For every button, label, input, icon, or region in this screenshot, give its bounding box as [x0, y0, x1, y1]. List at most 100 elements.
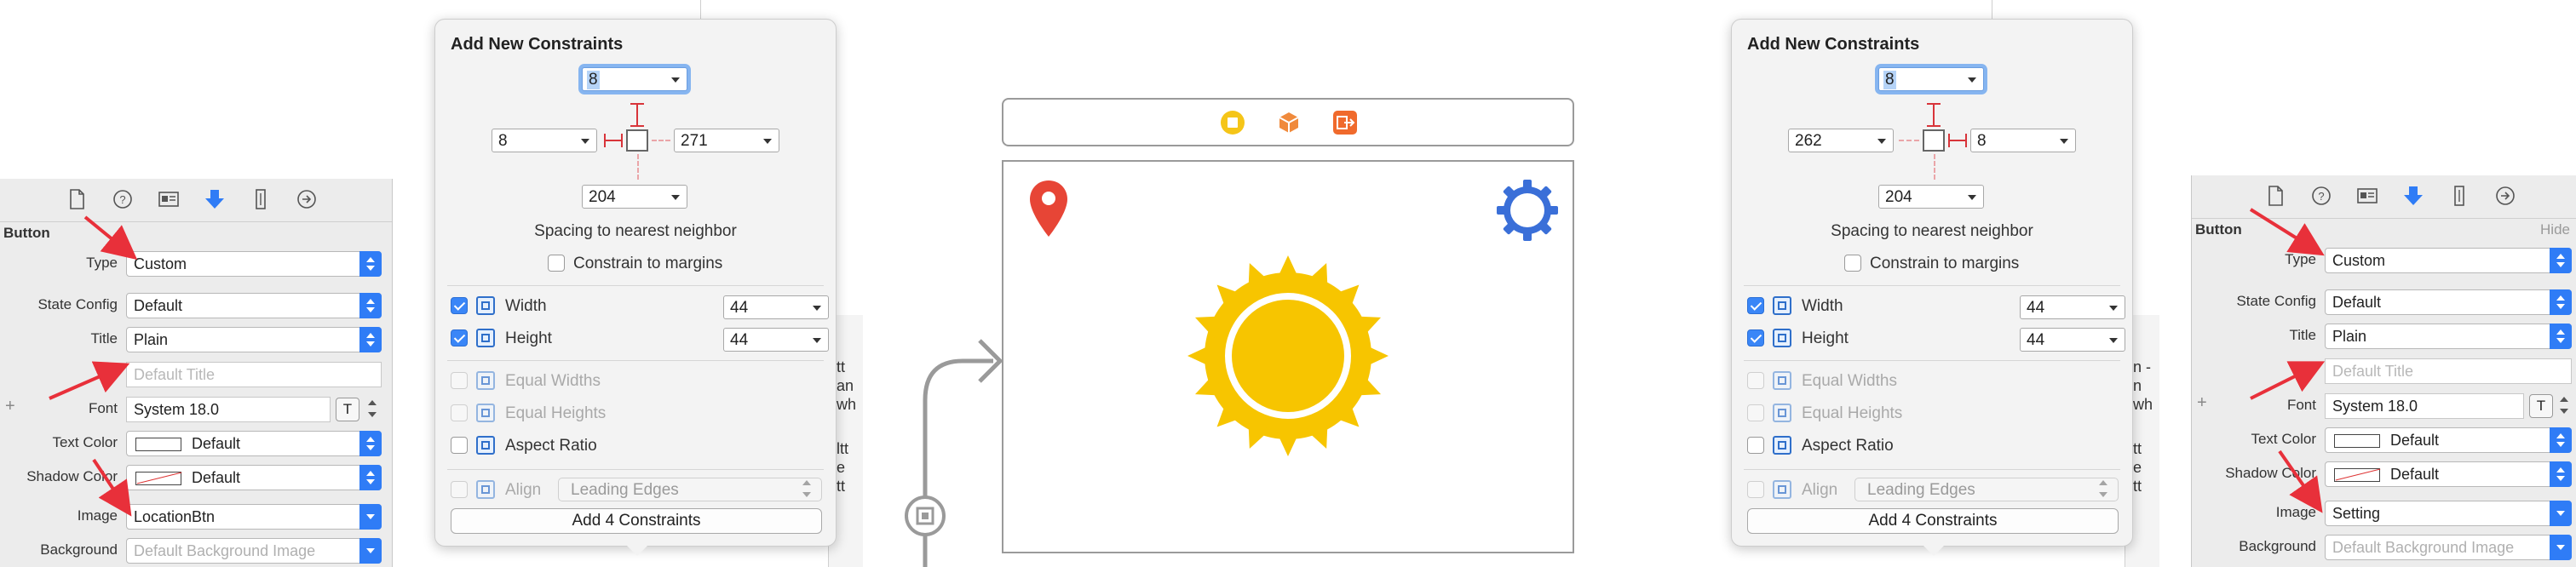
height-label: Height	[1802, 329, 1849, 347]
equal-widths-icon	[1773, 371, 1791, 390]
align-popup[interactable]: Leading Edges	[1854, 478, 2119, 501]
align-checkbox[interactable]	[1747, 481, 1764, 498]
right-spacing-field[interactable]: 271	[674, 129, 779, 152]
bottom-spacing-field[interactable]: 204	[1878, 185, 1984, 209]
align-label: Align	[1802, 481, 1838, 499]
chevron-updown-icon	[2097, 477, 2109, 502]
height-constraint-icon	[1773, 329, 1791, 347]
add-constraints-button[interactable]: Add 4 Constraints	[1747, 508, 2119, 534]
chevron-down-icon	[671, 195, 680, 200]
top-constraint-beam[interactable]	[636, 103, 638, 127]
chevron-down-icon	[1968, 195, 1976, 200]
equal-widths-checkbox[interactable]	[1747, 372, 1764, 389]
chevron-down-icon	[763, 139, 772, 144]
view-placeholder	[626, 129, 648, 152]
width-label: Width	[1802, 297, 1843, 315]
divider	[447, 285, 824, 286]
divider	[447, 469, 824, 470]
align-popup[interactable]: Leading Edges	[558, 478, 822, 501]
location-pin-icon[interactable]	[1027, 179, 1070, 244]
left-spacing-field[interactable]: 8	[492, 129, 597, 152]
chevron-updown-icon	[801, 477, 813, 502]
add-constraints-button[interactable]: Add 4 Constraints	[451, 508, 822, 534]
divider	[447, 360, 824, 361]
annotation-arrows-right	[2249, 208, 2326, 513]
first-responder-icon[interactable]	[1276, 110, 1302, 140]
top-beam-cap	[1927, 103, 1941, 105]
chevron-down-icon	[671, 77, 680, 83]
chevron-down-icon	[813, 306, 821, 311]
divider	[1744, 285, 2120, 286]
aspect-ratio-checkbox[interactable]	[1747, 437, 1764, 454]
equal-widths-checkbox[interactable]	[451, 372, 468, 389]
equal-heights-icon	[476, 404, 495, 422]
top-constraint-beam[interactable]	[1933, 103, 1935, 127]
right-constraint-beam[interactable]	[652, 140, 670, 141]
popover-title: Add New Constraints	[451, 35, 624, 54]
view-controller-scene[interactable]	[1002, 160, 1574, 553]
constrain-margins-checkbox[interactable]	[1844, 255, 1861, 272]
top-beam-cap	[630, 103, 644, 105]
popover-title: Add New Constraints	[1747, 35, 1920, 54]
right-spacing-field[interactable]: 8	[1970, 129, 2076, 152]
width-constraint-icon	[476, 296, 495, 315]
spacing-caption: Spacing to nearest neighbor	[1831, 222, 2033, 240]
left-constraint-beam[interactable]	[1899, 140, 1919, 141]
segue-arrow[interactable]	[894, 324, 1005, 567]
equal-heights-icon	[1773, 404, 1791, 422]
aspect-ratio-label: Aspect Ratio	[505, 437, 597, 455]
width-value-field[interactable]: 44	[723, 295, 829, 319]
constrain-margins-label: Constrain to margins	[1870, 255, 2020, 272]
chevron-down-icon	[2060, 139, 2068, 144]
align-label: Align	[505, 481, 542, 499]
right-beam-cap	[1965, 134, 1967, 147]
align-icon	[1773, 480, 1791, 499]
width-checkbox[interactable]	[1747, 297, 1764, 314]
equal-heights-label: Equal Heights	[1802, 404, 1903, 422]
bottom-constraint-beam[interactable]	[637, 154, 639, 180]
chevron-down-icon	[2109, 306, 2118, 311]
partial-side-text: tt an wh ltt e tt	[837, 358, 857, 495]
align-checkbox[interactable]	[451, 481, 468, 498]
view-placeholder	[1923, 129, 1945, 152]
height-checkbox[interactable]	[1747, 329, 1764, 346]
equal-widths-label: Equal Widths	[1802, 372, 1897, 390]
scene-dock[interactable]	[1002, 98, 1574, 146]
view-controller-icon[interactable]	[1220, 110, 1245, 140]
constrain-margins-checkbox[interactable]	[548, 255, 565, 272]
add-constraints-popover-left: Add New Constraints 8 8 271 204 Spacing …	[434, 19, 837, 547]
height-value-field[interactable]: 44	[723, 328, 829, 352]
equal-heights-label: Equal Heights	[505, 404, 607, 422]
chevron-down-icon	[581, 139, 589, 144]
width-value-field[interactable]: 44	[2020, 295, 2125, 319]
left-spacing-field[interactable]: 262	[1788, 129, 1894, 152]
width-checkbox[interactable]	[451, 297, 468, 314]
aspect-ratio-checkbox[interactable]	[451, 437, 468, 454]
left-constraint-beam[interactable]	[604, 140, 623, 141]
divider	[1744, 469, 2120, 470]
bottom-constraint-beam[interactable]	[1934, 154, 1935, 180]
height-checkbox[interactable]	[451, 329, 468, 346]
popover-tail	[625, 544, 649, 556]
constrain-margins-label: Constrain to margins	[573, 255, 723, 272]
width-constraint-icon	[1773, 296, 1791, 315]
bottom-spacing-field[interactable]: 204	[582, 185, 687, 209]
equal-heights-checkbox[interactable]	[1747, 404, 1764, 421]
align-icon	[476, 480, 495, 499]
chevron-down-icon	[1968, 77, 1976, 83]
equal-widths-icon	[476, 371, 495, 390]
popover-tail	[1922, 544, 1946, 556]
chevron-down-icon	[813, 338, 821, 343]
top-beam-cap	[630, 125, 644, 127]
right-constraint-beam[interactable]	[1948, 140, 1967, 141]
exit-icon[interactable]	[1332, 110, 1358, 140]
settings-gear-icon[interactable]	[1494, 177, 1561, 248]
equal-heights-checkbox[interactable]	[451, 404, 468, 421]
spacing-caption: Spacing to nearest neighbor	[534, 222, 737, 240]
height-value-field[interactable]: 44	[2020, 328, 2125, 352]
width-label: Width	[505, 297, 547, 315]
aspect-ratio-icon	[1773, 436, 1791, 455]
top-spacing-field[interactable]: 8	[1878, 67, 1984, 91]
top-spacing-field[interactable]: 8	[582, 67, 687, 91]
aspect-ratio-icon	[476, 436, 495, 455]
